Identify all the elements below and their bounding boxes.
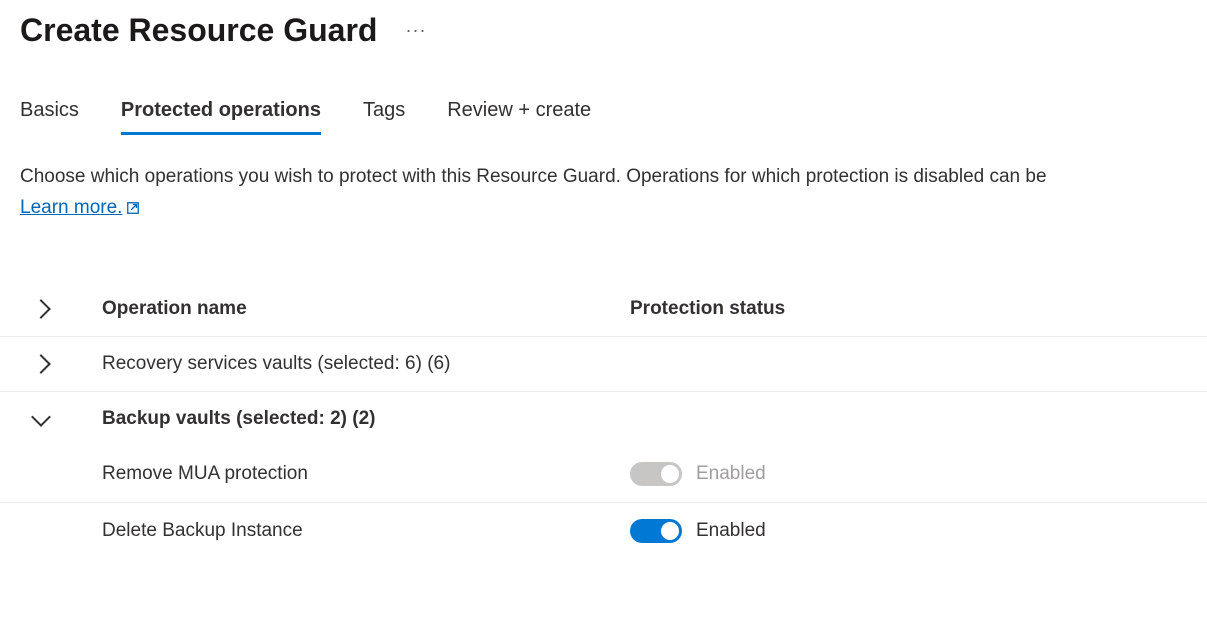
column-protection-status: Protection status [630, 298, 1187, 320]
external-link-icon [126, 201, 140, 215]
page-title: Create Resource Guard [20, 12, 377, 49]
chevron-right-icon [31, 299, 51, 319]
group-backup-vaults[interactable]: Backup vaults (selected: 2) (2) [0, 392, 1207, 446]
status-label: Enabled [696, 520, 766, 542]
group-recovery-services-vaults[interactable]: Recovery services vaults (selected: 6) (… [0, 337, 1207, 392]
page-header: Create Resource Guard ··· [0, 0, 1207, 49]
tab-bar: Basics Protected operations Tags Review … [0, 49, 1207, 135]
group-toggle[interactable] [20, 357, 90, 371]
tab-tags[interactable]: Tags [363, 99, 405, 135]
operation-status-cell: Enabled [630, 462, 1187, 486]
operation-name: Remove MUA protection [90, 463, 630, 485]
table-header-row: Operation name Protection status [0, 282, 1207, 337]
protection-toggle[interactable] [630, 519, 682, 543]
group-label: Backup vaults (selected: 2) (2) [90, 408, 630, 430]
chevron-down-icon [31, 407, 51, 427]
operation-row-remove-mua: Remove MUA protection Enabled [0, 446, 1207, 503]
learn-more-label: Learn more. [20, 194, 122, 223]
status-label: Enabled [696, 463, 766, 485]
operation-status-cell: Enabled [630, 519, 1187, 543]
tab-review-create[interactable]: Review + create [447, 99, 591, 135]
toggle-knob [661, 522, 679, 540]
description-block: Choose which operations you wish to prot… [0, 135, 1207, 222]
tab-basics[interactable]: Basics [20, 99, 79, 135]
group-label: Recovery services vaults (selected: 6) (… [90, 353, 630, 375]
description-text: Choose which operations you wish to prot… [20, 166, 1047, 187]
more-icon[interactable]: ··· [405, 20, 426, 41]
operation-name: Delete Backup Instance [90, 520, 630, 542]
column-operation-name: Operation name [90, 298, 630, 320]
group-toggle[interactable] [20, 414, 90, 424]
tab-protected-operations[interactable]: Protected operations [121, 99, 321, 135]
expand-all-toggle[interactable] [20, 302, 90, 316]
chevron-right-icon [31, 354, 51, 374]
operation-row-delete-backup-instance: Delete Backup Instance Enabled [0, 503, 1207, 559]
operations-table: Operation name Protection status Recover… [0, 282, 1207, 559]
protection-toggle [630, 462, 682, 486]
learn-more-link[interactable]: Learn more. [20, 194, 140, 223]
toggle-knob [661, 465, 679, 483]
